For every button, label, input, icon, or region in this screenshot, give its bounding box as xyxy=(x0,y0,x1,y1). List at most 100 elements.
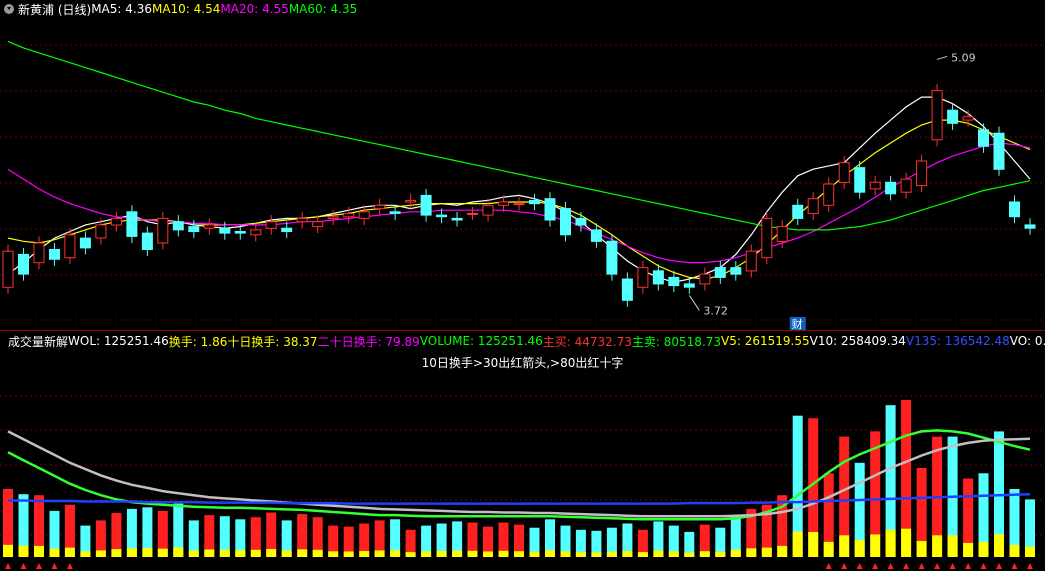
volume-bar-segment xyxy=(808,532,819,557)
turnover-arrow-icon xyxy=(825,563,832,569)
candle-body xyxy=(916,160,928,187)
candle-body xyxy=(33,242,45,264)
candle-body xyxy=(157,217,169,244)
volume-bar-segment xyxy=(80,551,91,557)
candle-body xyxy=(327,216,339,219)
candle-body xyxy=(451,217,463,221)
volume-bar-segment xyxy=(328,551,339,557)
volume-bar-segment xyxy=(266,549,277,557)
volume-bar-segment xyxy=(219,549,230,557)
candle-body xyxy=(947,109,959,124)
volume-bar-segment xyxy=(142,548,153,557)
volume-bar-segment xyxy=(405,552,416,557)
volume-bar-segment xyxy=(95,550,106,557)
turnover-arrow-icon xyxy=(887,563,894,569)
volume-bar-segment xyxy=(932,535,943,557)
volume-bar-segment xyxy=(250,549,261,557)
candle-body xyxy=(560,208,571,236)
volume-bar-segment xyxy=(839,535,850,557)
candle-body xyxy=(49,249,60,260)
candle-body xyxy=(141,232,153,251)
candle-body xyxy=(250,229,262,236)
candle-body xyxy=(436,214,448,218)
volume-bar-segment xyxy=(560,551,571,557)
candle-body xyxy=(823,183,835,206)
candle-body xyxy=(931,90,943,141)
candle-body xyxy=(652,270,664,285)
volume-bar-segment xyxy=(34,545,44,557)
turnover-arrow-icon xyxy=(903,563,910,569)
volume-bar-segment xyxy=(854,540,865,557)
turnover-arrow-icon xyxy=(980,563,987,569)
turnover-arrow-icon xyxy=(996,563,1003,569)
volume-bar-segment xyxy=(359,551,370,557)
volume-bar-segment xyxy=(421,551,432,557)
volume-bar-segment xyxy=(1025,546,1035,557)
candle-body xyxy=(621,278,633,301)
volume-bar-segment xyxy=(823,541,834,557)
volume-bar-segment xyxy=(545,550,555,557)
turnover-arrow-icon xyxy=(1027,563,1033,569)
candle-body xyxy=(761,217,773,259)
candle-body xyxy=(699,273,711,285)
candle-body xyxy=(420,194,432,216)
volume-bar-segment xyxy=(761,547,772,557)
volume-bar-segment xyxy=(111,549,122,557)
volume-bar-segment xyxy=(514,551,524,557)
volume-bar-segment xyxy=(467,550,478,557)
candle-body xyxy=(126,211,138,237)
candle-body xyxy=(110,217,122,226)
candle-body xyxy=(745,250,757,272)
candle-body xyxy=(2,250,14,288)
volume-bar-segment xyxy=(684,552,695,557)
candle-body xyxy=(590,229,602,242)
candle-body xyxy=(885,181,897,195)
candle-body xyxy=(389,211,401,214)
turnover-arrow-icon xyxy=(965,563,972,569)
candle-body xyxy=(188,226,200,233)
volume-bar-segment xyxy=(3,544,13,557)
candle-body xyxy=(482,204,494,216)
candle-body xyxy=(807,198,819,214)
high-pointer xyxy=(936,55,948,60)
candle-body xyxy=(854,167,866,193)
ma-line-ma5 xyxy=(7,96,1031,283)
turnover-arrow-icon xyxy=(1011,563,1018,569)
chart-canvas: 5.09 3.72 财 xyxy=(0,40,1045,569)
candle-body xyxy=(792,204,804,219)
volume-bar-segment xyxy=(699,551,710,557)
volume-bar-segment xyxy=(173,547,184,557)
candle-body xyxy=(79,237,91,249)
volume-bar-segment xyxy=(374,550,385,557)
candle-body xyxy=(993,132,1005,170)
candle-body xyxy=(962,116,974,121)
turnover-arrow-icon xyxy=(918,563,925,569)
turnover-arrow-icon xyxy=(20,563,27,569)
candle-body xyxy=(730,267,742,275)
candle-body xyxy=(714,267,726,278)
candle-body xyxy=(219,227,231,234)
candle-body xyxy=(281,227,293,232)
event-label: 财 xyxy=(792,317,803,331)
candle-body xyxy=(838,162,850,183)
turnover-arrow-icon xyxy=(5,563,11,569)
candle-body xyxy=(776,226,788,242)
volume-bar-segment xyxy=(49,548,60,557)
volume-bar-segment xyxy=(622,551,633,557)
turnover-arrow-icon xyxy=(66,563,73,569)
volume-bar-segment xyxy=(777,545,788,557)
candle-body xyxy=(312,221,324,228)
volume-bar-segment xyxy=(885,529,896,557)
volume-bar-segment xyxy=(204,549,215,557)
turnover-arrow-icon xyxy=(35,563,42,569)
volume-bar-segment xyxy=(18,545,29,557)
candle-body xyxy=(172,221,184,231)
volume-bar-segment xyxy=(637,552,648,557)
volume-bar-segment xyxy=(606,551,617,557)
volume-bar-segment xyxy=(126,548,137,557)
volume-bar-segment xyxy=(529,551,540,557)
volume-bar-segment xyxy=(281,550,292,557)
volume-bar-segment xyxy=(188,550,199,557)
volume-bar-segment xyxy=(591,552,602,557)
candle-body xyxy=(358,211,370,219)
